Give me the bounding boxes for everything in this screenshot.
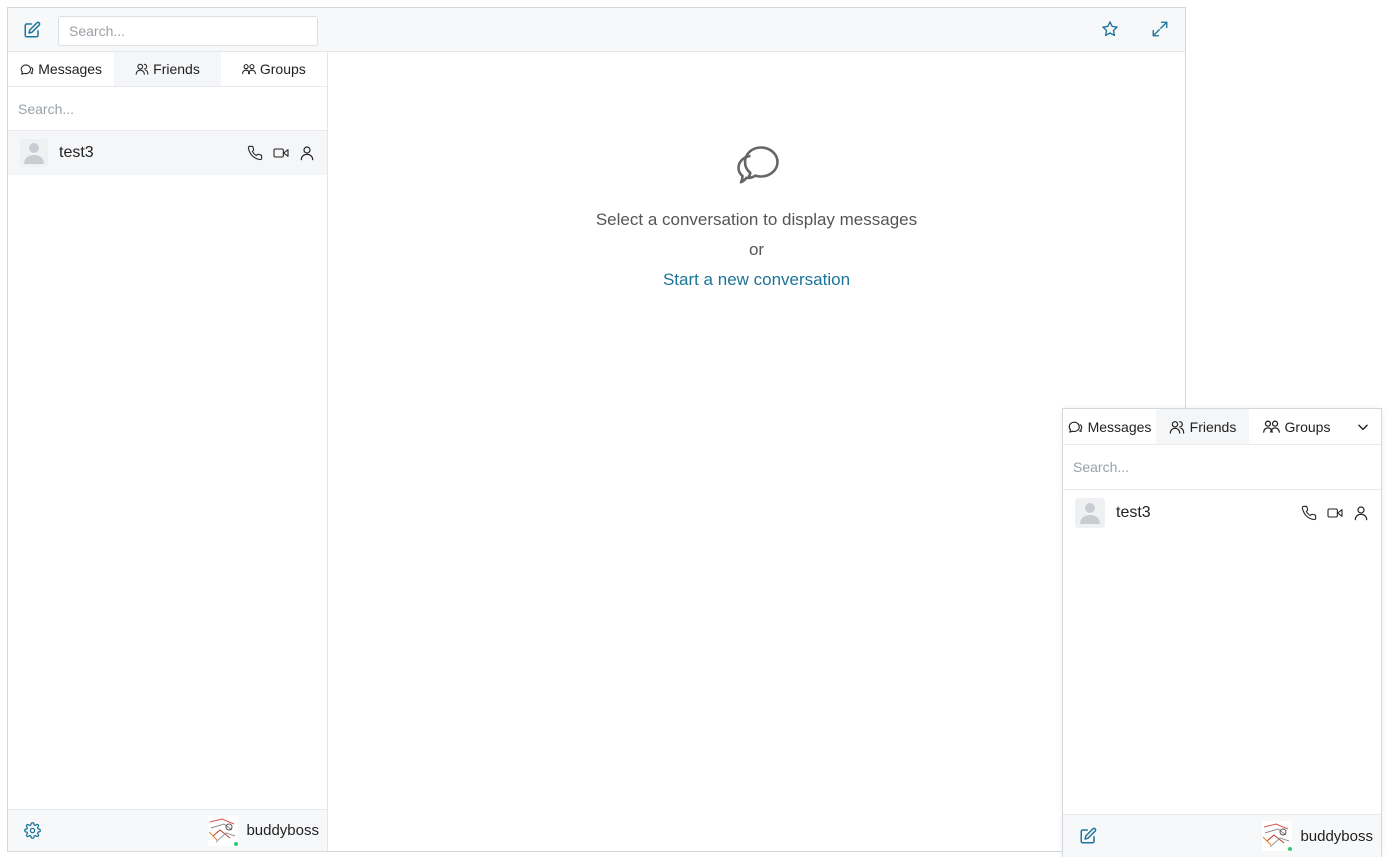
mini-conversation-item[interactable]: test3 [1063,490,1381,535]
phone-icon[interactable] [1301,505,1317,521]
tab-messages-label: Messages [38,61,103,77]
profile-icon[interactable] [1353,505,1369,521]
tab-groups[interactable]: Groups [220,52,327,86]
user-icon [1169,419,1185,435]
gear-icon[interactable] [24,822,41,839]
mini-tab-messages[interactable]: Messages [1063,409,1156,444]
conversation-actions [247,145,315,161]
tab-friends-label: Friends [153,61,200,77]
video-icon[interactable] [273,145,289,161]
empty-or: or [748,240,765,259]
mini-tab-messages-label: Messages [1087,418,1152,435]
phone-icon[interactable] [247,145,263,161]
tab-friends[interactable]: Friends [114,52,221,86]
sidebar-footer: buddyboss [8,809,327,851]
messages-window: Messages Friends Groups test3 [7,7,1186,852]
mini-tab-groups-label: Groups [1284,418,1331,435]
profile-icon[interactable] [299,145,315,161]
current-user[interactable]: buddyboss [208,815,319,847]
top-search-input[interactable] [58,16,318,46]
start-conversation-link[interactable]: Start a new conversation [663,270,850,290]
user-icon [135,62,149,76]
current-user[interactable]: buddyboss [1262,821,1373,852]
tab-messages[interactable]: Messages [8,52,115,86]
mini-tabs: Messages Friends Groups [1063,409,1381,445]
top-bar [8,8,1185,52]
edit-icon[interactable] [1079,827,1097,845]
video-icon[interactable] [1327,505,1343,521]
conversation-sidebar: Messages Friends Groups test3 [8,52,328,851]
chat-bubbles-icon [733,144,781,192]
mini-tab-groups[interactable]: Groups [1249,409,1344,444]
current-username: buddyboss [1300,827,1373,845]
conversation-name: test3 [1116,503,1151,521]
mini-tab-friends[interactable]: Friends [1156,409,1249,444]
avatar [1075,497,1105,528]
chevron-down-icon[interactable] [1345,409,1381,444]
tab-groups-label: Groups [259,61,306,77]
users-icon [1262,418,1280,435]
chat-bubbles-icon [1068,419,1083,434]
avatar [20,139,48,167]
sidebar-tabs: Messages Friends Groups [8,52,327,87]
mini-footer: buddyboss [1063,814,1381,857]
sidebar-search-input[interactable] [8,87,327,131]
conversation-item[interactable]: test3 [8,131,327,175]
user-avatar [1262,821,1294,852]
users-icon [241,62,256,76]
mini-tab-friends-label: Friends [1189,418,1237,435]
online-status-dot [1287,846,1294,852]
empty-state: Select a conversation to display message… [328,144,1185,290]
conversation-actions [1301,505,1369,521]
conversation-panel: Select a conversation to display message… [328,52,1185,851]
mini-search-input[interactable] [1063,445,1381,490]
empty-message: Select a conversation to display message… [595,210,918,229]
current-username: buddyboss [246,822,319,839]
chat-bubbles-icon [20,62,34,76]
user-avatar [208,815,240,847]
conversation-name: test3 [59,144,94,161]
mini-messages-window: Messages Friends Groups test3 [1062,408,1382,857]
star-icon[interactable] [1096,15,1124,43]
edit-icon[interactable] [18,16,46,44]
online-status-dot [233,840,240,847]
expand-icon[interactable] [1146,15,1174,43]
